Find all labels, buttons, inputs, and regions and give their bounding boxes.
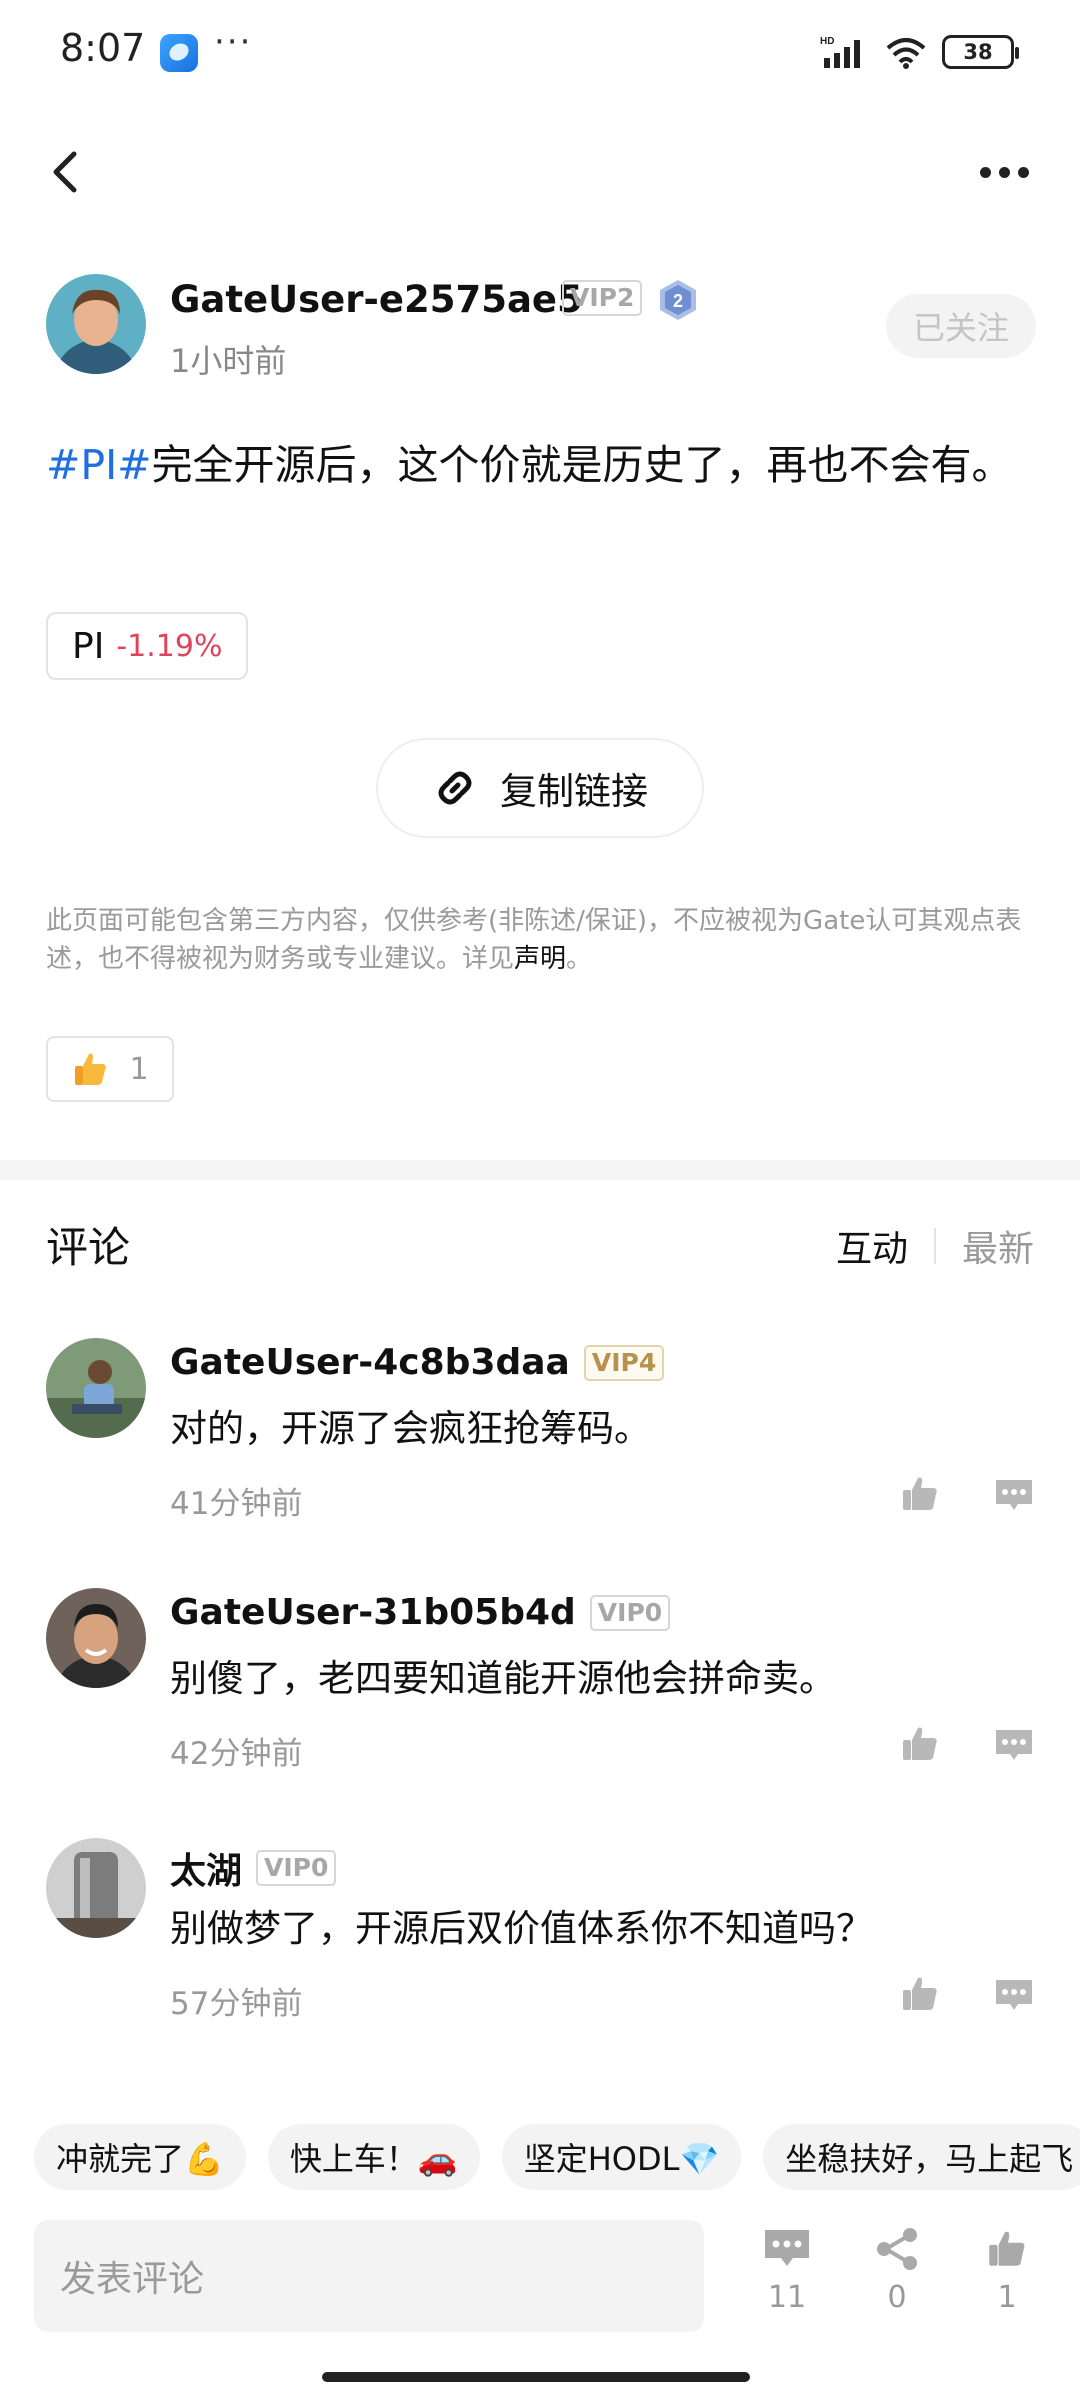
comment-icon (765, 2230, 809, 2266)
comment-text: 别傻了，老四要知道能开源他会拼命卖。 (170, 1657, 836, 1700)
back-button[interactable] (36, 140, 100, 204)
comment-input[interactable]: 发表评论 (34, 2220, 704, 2332)
quick-replies: 冲就完了💪 快上车！🚗 坚定HODL💎 坐稳扶好，马上起飞 (34, 2124, 1080, 2192)
link-icon (438, 771, 472, 805)
vip-badge: VIP0 (256, 1850, 337, 1886)
share-icon (877, 2228, 917, 2270)
reply-icon[interactable] (992, 1472, 1036, 1516)
reply-icon[interactable] (992, 1972, 1036, 2016)
network-label: HD (820, 36, 834, 47)
thumbs-up-icon[interactable] (898, 1722, 942, 1766)
section-divider (0, 1160, 1080, 1180)
disclaimer-link[interactable]: 声明 (514, 944, 566, 974)
status-more: ··· (214, 22, 253, 62)
comment-text: 对的，开源了会疯狂抢筹码。 (170, 1407, 651, 1450)
comment-item: GateUser-4c8b3daa VIP4 对的，开源了会疯狂抢筹码。 41分… (46, 1338, 1036, 1548)
chevron-left-icon (53, 151, 77, 193)
disclaimer-end: 。 (566, 944, 593, 974)
like-action[interactable]: 1 (962, 2226, 1052, 2336)
coin-tag[interactable]: PI -1.19% (46, 612, 249, 680)
vip-badge: VIP2 (562, 280, 643, 316)
wifi-icon (886, 38, 926, 69)
home-indicator[interactable] (322, 2372, 750, 2382)
follow-button[interactable]: 已关注 (886, 294, 1036, 358)
quick-reply-chip[interactable]: 坚定HODL💎 (501, 2124, 742, 2190)
share-count: 0 (887, 2280, 907, 2315)
tab-latest[interactable]: 最新 (962, 1220, 1034, 1272)
reply-icon[interactable] (992, 1722, 1036, 1766)
quick-reply-chip[interactable]: 快上车！🚗 (267, 2124, 480, 2190)
quick-reply-chip[interactable]: 冲就完了💪 (34, 2124, 246, 2190)
signal-icon: HD (820, 36, 860, 68)
commenter-name-row: GateUser-4c8b3daa VIP4 (170, 1342, 665, 1383)
thumbs-up-icon[interactable] (898, 1472, 942, 1516)
author-avatar[interactable] (46, 274, 146, 374)
commenter-avatar[interactable] (46, 1838, 146, 1938)
rank-number: 2 (673, 291, 683, 311)
copy-link-label: 复制链接 (500, 770, 648, 813)
tab-separator (933, 1228, 936, 1264)
rank-badge-icon: 2 (660, 280, 696, 320)
commenter-avatar[interactable] (46, 1338, 146, 1438)
top-nav (0, 120, 1080, 220)
status-indicators: HD 38 (820, 32, 1019, 72)
comment-item: 太湖 VIP0 别做梦了，开源后双价值体系你不知道吗？ 57分钟前 (46, 1838, 1036, 2048)
vip-badge: VIP4 (583, 1344, 665, 1381)
thumbs-up-emoji-icon (75, 1053, 107, 1085)
post-time: 1小时前 (170, 342, 287, 380)
commenter-name[interactable]: GateUser-31b05b4d (170, 1592, 576, 1633)
coin-symbol: PI (72, 625, 105, 667)
share-action[interactable]: 0 (852, 2226, 942, 2336)
post-hashtag[interactable]: #PI# (46, 441, 152, 489)
author-name[interactable]: GateUser-e2575ae5 (170, 278, 583, 321)
comment-time: 57分钟前 (170, 1986, 303, 2022)
comment-time: 42分钟前 (170, 1736, 303, 1772)
comment-count: 11 (767, 2280, 807, 2315)
like-count: 1 (997, 2280, 1017, 2315)
quick-reply-chip[interactable]: 坐稳扶好，马上起飞 (763, 2124, 1080, 2190)
thumbs-up-icon (989, 2231, 1025, 2266)
vip-badge: VIP0 (589, 1594, 671, 1631)
comment-time: 41分钟前 (170, 1486, 303, 1522)
status-bar: 8:07 ··· HD 38 (0, 0, 1080, 100)
status-time: 8:07 (60, 26, 146, 70)
commenter-avatar[interactable] (46, 1588, 146, 1688)
thumbs-up-icon[interactable] (898, 1972, 942, 2016)
commenter-name[interactable]: GateUser-4c8b3daa (170, 1342, 570, 1383)
commenter-name[interactable]: 太湖 (170, 1842, 242, 1894)
reaction-button[interactable]: 1 (46, 1036, 174, 1102)
post-author: GateUser-e2575ae5 VIP2 2 1小时前 已关注 (46, 274, 1036, 384)
comment-item: GateUser-31b05b4d VIP0 别傻了，老四要知道能开源他会拼命卖… (46, 1588, 1036, 1798)
comment-text: 别做梦了，开源后双价值体系你不知道吗？ (170, 1907, 873, 1950)
more-horizontal-icon[interactable] (964, 140, 1044, 204)
battery-level: 38 (963, 40, 993, 64)
comment-sort-tabs: 互动 最新 (836, 1220, 1034, 1272)
coin-change: -1.19% (116, 628, 223, 664)
post-content: #PI#完全开源后，这个价就是历史了，再也不会有。 (46, 432, 1036, 498)
copy-link-button[interactable]: 复制链接 (376, 738, 704, 838)
comments-title: 评论 (46, 1223, 131, 1272)
app-icon (160, 34, 198, 72)
disclaimer: 此页面可能包含第三方内容，仅供参考(非陈述/保证)，不应被视为Gate认可其观点… (46, 902, 1041, 978)
comments-action[interactable]: 11 (742, 2226, 832, 2336)
tab-interaction[interactable]: 互动 (836, 1220, 908, 1272)
commenter-name-row: 太湖 VIP0 (170, 1842, 337, 1894)
post-body: 完全开源后，这个价就是历史了，再也不会有。 (151, 441, 1013, 489)
battery-icon: 38 (942, 35, 1019, 69)
reaction-count: 1 (129, 1051, 149, 1087)
commenter-name-row: GateUser-31b05b4d VIP0 (170, 1592, 671, 1633)
